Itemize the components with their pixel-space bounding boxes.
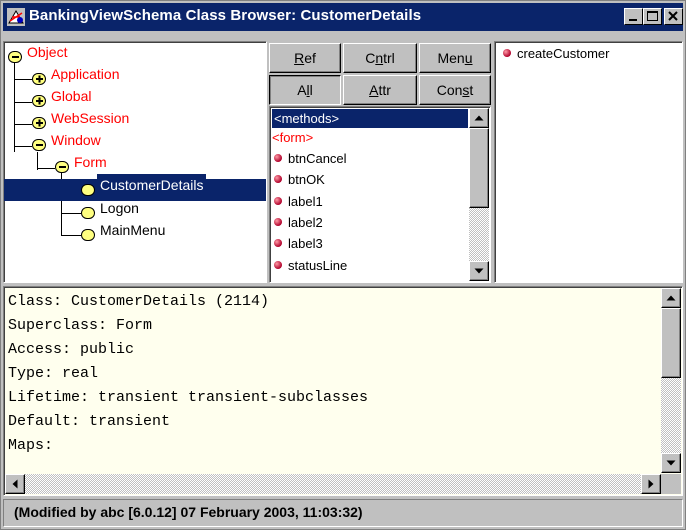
scroll-up-button[interactable] xyxy=(661,288,681,308)
tree-line xyxy=(61,213,81,214)
scroll-right-button[interactable] xyxy=(641,474,661,494)
tree-line xyxy=(14,146,32,147)
status-bar: (Modified by abc [6.0.12] 07 February 20… xyxy=(3,499,683,527)
list-item[interactable]: label1 xyxy=(274,192,323,212)
tree-line xyxy=(37,168,55,169)
tree-item-label: Window xyxy=(51,132,101,148)
collapse-icon[interactable] xyxy=(8,51,22,63)
detail-line-type: Type: real xyxy=(8,365,99,382)
tree-item-label: Object xyxy=(27,44,68,60)
tree-item-label: Global xyxy=(51,88,92,104)
attr-button[interactable]: Attr xyxy=(343,75,417,105)
tree-line xyxy=(14,58,15,152)
methods-panel[interactable]: createCustomer xyxy=(494,41,683,283)
tree-line xyxy=(14,79,32,80)
method-bullet-icon xyxy=(274,175,282,183)
list-item[interactable]: label3 xyxy=(274,234,323,254)
list-item-label: label2 xyxy=(288,215,323,230)
list-item-label: btnCancel xyxy=(288,151,347,166)
scroll-up-button[interactable] xyxy=(469,108,489,128)
leaf-icon xyxy=(81,207,95,219)
detail-line-maps: Maps: xyxy=(8,437,54,454)
scroll-thumb[interactable] xyxy=(469,128,489,208)
method-item[interactable]: createCustomer xyxy=(503,44,609,64)
maximize-button[interactable] xyxy=(643,8,662,25)
minimize-icon xyxy=(629,19,637,21)
method-bullet-icon xyxy=(274,154,282,162)
ref-button[interactable]: Ref xyxy=(269,43,341,73)
detail-line-default: Default: transient xyxy=(8,413,171,430)
arrow-up-icon xyxy=(474,115,484,121)
method-bullet-icon xyxy=(274,197,282,205)
app-icon xyxy=(7,8,25,26)
details-horizontal-scrollbar[interactable] xyxy=(5,474,661,494)
scroll-thumb[interactable] xyxy=(661,308,681,378)
method-bullet-icon xyxy=(503,49,511,57)
class-browser-window: BankingViewSchema Class Browser: Custome… xyxy=(0,0,686,530)
scroll-left-button[interactable] xyxy=(5,474,25,494)
expand-icon[interactable] xyxy=(32,73,46,85)
leaf-icon xyxy=(81,184,95,196)
tree-item-label: CustomerDetails xyxy=(97,174,207,196)
list-item-label: label3 xyxy=(288,236,323,251)
list-item-label: btnOK xyxy=(288,172,325,187)
scrollbar-corner xyxy=(661,474,681,494)
list-item[interactable]: btnCancel xyxy=(274,149,347,169)
members-scrollbar[interactable] xyxy=(469,108,489,281)
const-button[interactable]: Const xyxy=(419,75,491,105)
expand-icon[interactable] xyxy=(32,95,46,107)
list-item-label: label1 xyxy=(288,194,323,209)
status-text: (Modified by abc [6.0.12] 07 February 20… xyxy=(14,504,363,520)
class-tree[interactable]: Object Application Global WebSession Win… xyxy=(3,41,267,283)
close-icon xyxy=(668,11,678,21)
arrow-right-icon xyxy=(648,479,654,489)
detail-line-access: Access: public xyxy=(8,341,135,358)
detail-line-class: Class: CustomerDetails (2114) xyxy=(8,293,270,310)
method-bullet-icon xyxy=(274,239,282,247)
arrow-down-icon xyxy=(474,268,484,274)
method-bullet-icon xyxy=(274,218,282,226)
members-list[interactable]: <methods> <form> btnCancel btnOK label1 … xyxy=(269,106,491,283)
leaf-icon xyxy=(81,229,95,241)
collapse-icon[interactable] xyxy=(32,139,46,151)
menu-button[interactable]: Menu xyxy=(419,43,491,73)
arrow-down-icon xyxy=(666,460,676,466)
list-header-methods[interactable]: <methods> xyxy=(272,109,468,128)
arrow-up-icon xyxy=(666,295,676,301)
tree-line xyxy=(61,235,81,236)
list-item[interactable]: btnOK xyxy=(274,170,325,190)
scroll-down-button[interactable] xyxy=(469,261,489,281)
tree-line xyxy=(14,124,32,125)
tree-item-label: WebSession xyxy=(51,110,130,126)
maximize-icon xyxy=(647,11,658,21)
scroll-down-button[interactable] xyxy=(661,453,681,473)
tree-line xyxy=(14,102,32,103)
list-item[interactable]: label2 xyxy=(274,213,323,233)
detail-line-superclass: Superclass: Form xyxy=(8,317,153,334)
all-button[interactable]: All xyxy=(269,75,341,105)
list-item-label: statusLine xyxy=(288,258,348,273)
tree-item-label: Logon xyxy=(100,200,139,216)
tree-item-label: MainMenu xyxy=(100,222,166,238)
tree-item-label: Application xyxy=(51,66,120,82)
class-details-panel[interactable]: Class: CustomerDetails (2114) Superclass… xyxy=(3,286,683,496)
cntrl-button[interactable]: Cntrl xyxy=(343,43,417,73)
expand-icon[interactable] xyxy=(32,117,46,129)
title-bar[interactable]: BankingViewSchema Class Browser: Custome… xyxy=(3,3,683,31)
close-button[interactable] xyxy=(664,8,683,25)
tree-item-label: Form xyxy=(74,154,107,170)
collapse-icon[interactable] xyxy=(55,161,69,173)
arrow-left-icon xyxy=(12,479,18,489)
list-item[interactable]: statusLine xyxy=(274,256,347,276)
minimize-button[interactable] xyxy=(624,8,643,25)
method-item-label: createCustomer xyxy=(517,46,610,61)
detail-line-lifetime: Lifetime: transient transient-subclasses xyxy=(8,389,369,406)
list-section-form[interactable]: <form> xyxy=(272,128,313,148)
method-bullet-icon xyxy=(274,261,282,269)
details-vertical-scrollbar[interactable] xyxy=(661,288,681,473)
window-title: BankingViewSchema Class Browser: Custome… xyxy=(29,7,422,24)
